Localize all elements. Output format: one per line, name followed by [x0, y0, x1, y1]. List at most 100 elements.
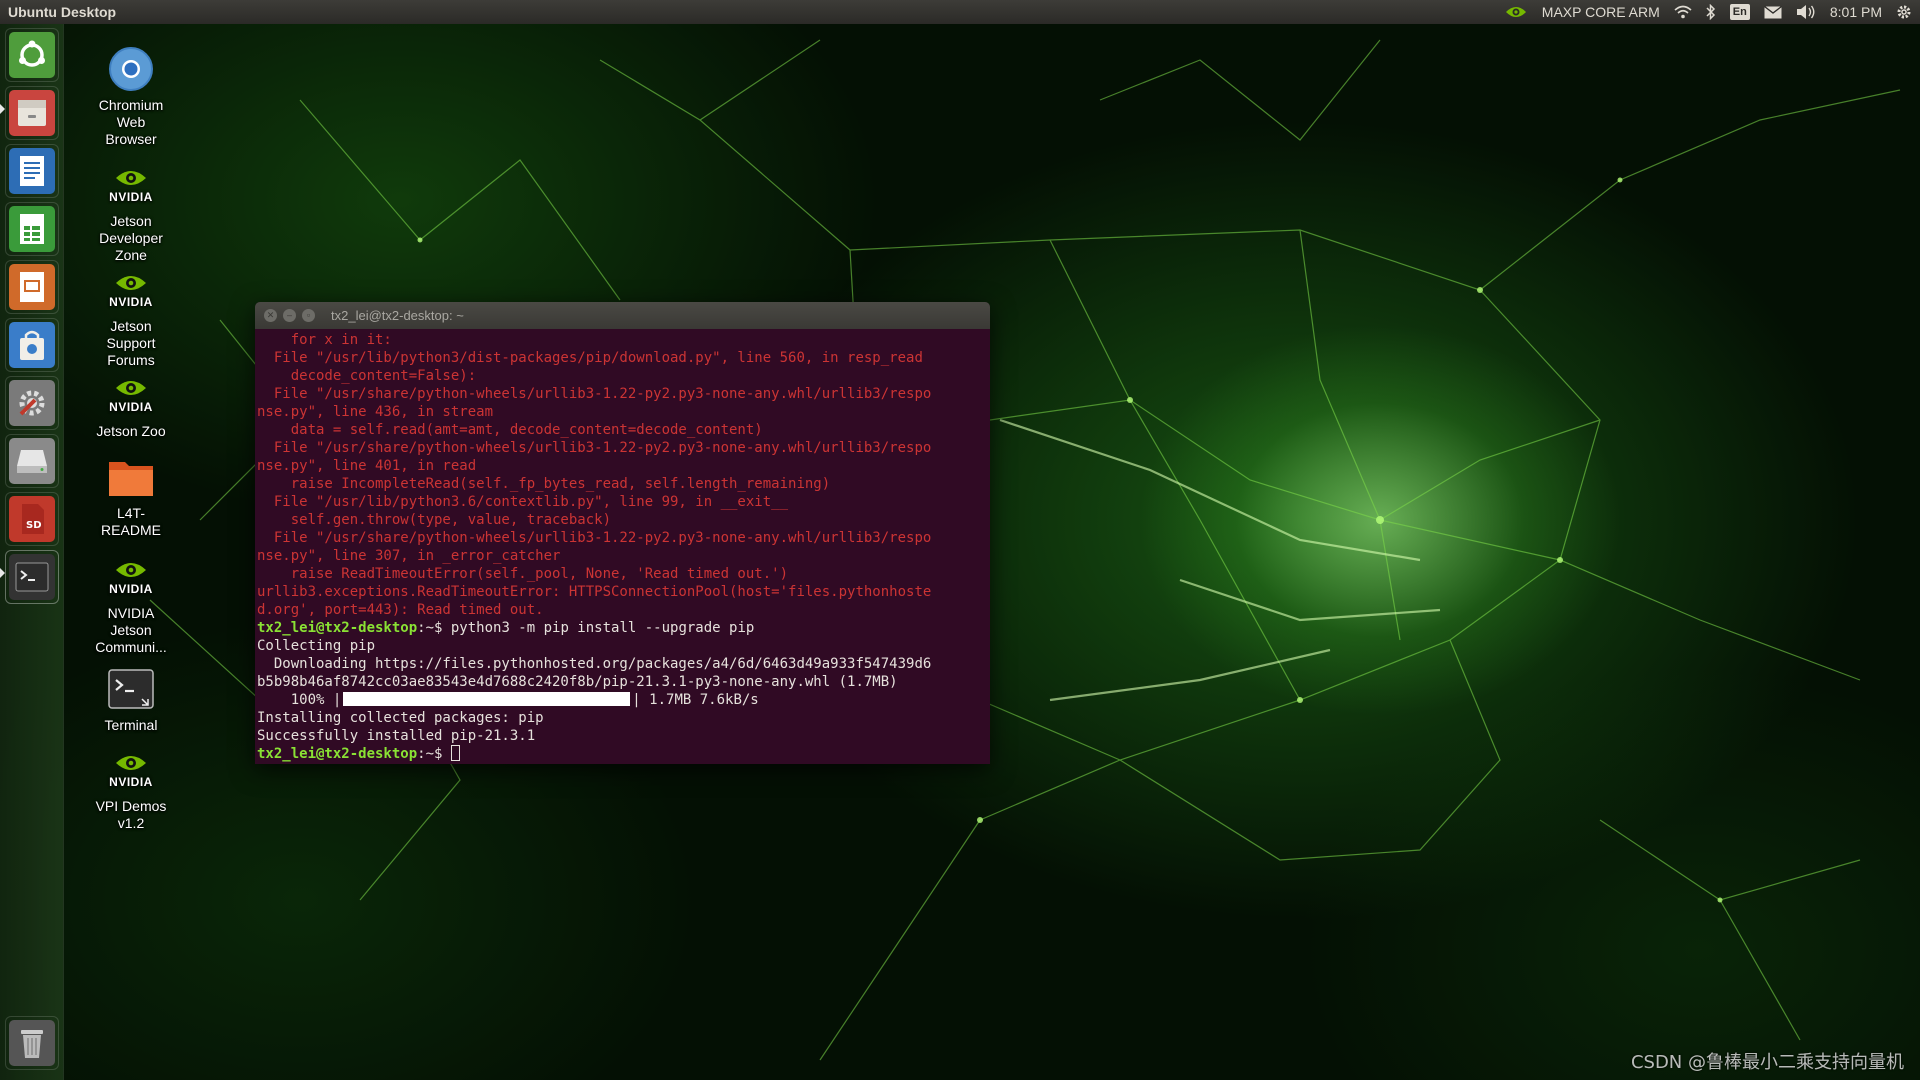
desktop-icon-jetson-zoo[interactable]: NVIDIA Jetson Zoo: [76, 370, 186, 440]
launcher-sd-card[interactable]: SD: [5, 492, 59, 546]
nvidia-icon[interactable]: [1504, 3, 1528, 21]
terminal-error-line: File "/usr/lib/python3/dist-packages/pip…: [257, 350, 923, 366]
desktop-icon-label: Jetson Zoo: [96, 423, 166, 439]
terminal-window[interactable]: ✕ – ▫ tx2_lei@tx2-desktop: ~ for x in it…: [255, 302, 990, 764]
terminal-error-line: raise ReadTimeoutError(self._pool, None,…: [257, 566, 789, 582]
launcher-libreoffice-writer[interactable]: [5, 144, 59, 198]
terminal-output-line: b5b98b46af8742cc03ae83543e4d7688c2420f8b…: [257, 674, 898, 690]
file-cabinet-icon: [9, 90, 55, 136]
spreadsheet-icon: [9, 206, 55, 252]
svg-text:SD: SD: [26, 520, 42, 531]
launcher: SD: [0, 24, 64, 1080]
panel-indicators: MAXP CORE ARM En 8:01 PM: [1504, 3, 1912, 21]
terminal-progress-line: 100% | | 1.7MB 7.6kB/s: [257, 691, 988, 709]
volume-icon[interactable]: [1796, 3, 1816, 21]
ubuntu-logo-icon: [9, 32, 55, 78]
terminal-output-line: Successfully installed pip-21.3.1: [257, 728, 536, 744]
terminal-titlebar[interactable]: ✕ – ▫ tx2_lei@tx2-desktop: ~: [255, 302, 990, 329]
terminal-error-line: urllib3.exceptions.ReadTimeoutError: HTT…: [257, 584, 932, 600]
terminal-error-line: nse.py", line 307, in _error_catcher: [257, 548, 561, 564]
bluetooth-icon[interactable]: [1706, 3, 1716, 21]
launcher-software-center[interactable]: [5, 318, 59, 372]
launcher-system-settings[interactable]: [5, 376, 59, 430]
terminal-error-line: data = self.read(amt=amt, decode_content…: [257, 422, 763, 438]
settings-icon: [9, 380, 55, 426]
nvidia-icon: NVIDIA: [106, 160, 156, 210]
terminal-output-line: Installing collected packages: pip: [257, 710, 544, 726]
terminal-error-line: d.org', port=443): Read timed out.: [257, 602, 544, 618]
terminal-error-line: for x in it:: [257, 332, 392, 348]
launcher-libreoffice-impress[interactable]: [5, 260, 59, 314]
gear-icon[interactable]: [1896, 3, 1912, 21]
nvidia-icon: NVIDIA: [106, 552, 156, 602]
nvidia-icon: NVIDIA: [106, 745, 156, 795]
sd-card-icon: SD: [9, 496, 55, 542]
terminal-error-line: File "/usr/share/python-wheels/urllib3-1…: [257, 530, 932, 546]
terminal-error-line: nse.py", line 401, in read: [257, 458, 477, 474]
terminal-error-line: nse.py", line 436, in stream: [257, 404, 494, 420]
desktop-icon-label: Terminal: [104, 717, 158, 733]
clock[interactable]: 8:01 PM: [1830, 3, 1882, 21]
terminal-command-line: tx2_lei@tx2-desktop:~$ python3 -m pip in…: [257, 619, 988, 637]
watermark: CSDN @鲁棒最小二乘支持向量机: [1630, 1052, 1904, 1073]
maximize-icon[interactable]: ▫: [302, 309, 315, 322]
wifi-icon[interactable]: [1674, 3, 1692, 21]
terminal-error-line: File "/usr/lib/python3.6/contextlib.py",…: [257, 494, 789, 510]
mail-icon[interactable]: [1763, 3, 1782, 21]
minimize-icon[interactable]: –: [283, 309, 296, 322]
terminal-cursor: [450, 745, 460, 761]
terminal-prompt-suffix: :~$: [417, 620, 451, 636]
terminal-error-line: File "/usr/share/python-wheels/urllib3-1…: [257, 440, 932, 456]
document-icon: [9, 148, 55, 194]
panel-title: Ubuntu Desktop: [8, 4, 117, 20]
terminal-error-line: raise IncompleteRead(self._fp_bytes_read…: [257, 476, 831, 492]
terminal-prompt: tx2_lei@tx2-desktop: [257, 746, 418, 762]
terminal-output-line: Collecting pip: [257, 638, 376, 654]
shopping-bag-icon: [9, 322, 55, 368]
launcher-drive[interactable]: [5, 434, 59, 488]
chromium-icon: [106, 44, 156, 94]
desktop-icon-label: NVIDIA Jetson Communi...: [95, 605, 167, 655]
terminal-output-line: Downloading https://files.pythonhosted.o…: [257, 656, 932, 672]
language-indicator[interactable]: En: [1729, 3, 1750, 21]
terminal-error-line: self.gen.throw(type, value, traceback): [257, 512, 612, 528]
desktop-icon-label: L4T- README: [101, 505, 161, 538]
terminal-error-line: File "/usr/share/python-wheels/urllib3-1…: [257, 386, 932, 402]
terminal-prompt: tx2_lei@tx2-desktop: [257, 620, 418, 636]
terminal-title: tx2_lei@tx2-desktop: ~: [331, 308, 464, 323]
launcher-files[interactable]: [5, 86, 59, 140]
language-label: En: [1729, 4, 1750, 20]
trash-icon: [9, 1020, 55, 1066]
close-icon[interactable]: ✕: [264, 309, 277, 322]
desktop-icon-label: Chromium Web Browser: [98, 97, 164, 147]
terminal-icon: [106, 664, 156, 714]
desktop-icon-l4t-readme[interactable]: L4T- README: [76, 452, 186, 539]
desktop-icon-jetson-developer-zone[interactable]: NVIDIA Jetson Developer Zone: [76, 160, 186, 264]
launcher-dash-home[interactable]: [5, 28, 59, 82]
top-panel: Ubuntu Desktop MAXP CORE ARM En 8:01 PM: [0, 0, 1920, 24]
power-mode-indicator[interactable]: MAXP CORE ARM: [1542, 3, 1660, 21]
desktop-icon-chromium[interactable]: Chromium Web Browser: [76, 44, 186, 148]
nvidia-icon: NVIDIA: [106, 265, 156, 315]
launcher-libreoffice-calc[interactable]: [5, 202, 59, 256]
desktop-icon-label: VPI Demos v1.2: [95, 798, 167, 831]
terminal-command-line: tx2_lei@tx2-desktop:~$: [257, 745, 988, 763]
folder-icon: [106, 452, 156, 502]
desktop-icon-label: Jetson Developer Zone: [99, 213, 163, 263]
launcher-terminal[interactable]: [5, 550, 59, 604]
drive-icon: [9, 438, 55, 484]
launcher-trash[interactable]: [5, 1016, 59, 1070]
desktop-icon-nvidia-jetson-community[interactable]: NVIDIA NVIDIA Jetson Communi...: [76, 552, 186, 656]
terminal-output[interactable]: for x in it: File "/usr/lib/python3/dist…: [255, 329, 990, 763]
desktop-icon-label: Jetson Support Forums: [106, 318, 156, 368]
terminal-icon: [9, 554, 55, 600]
nvidia-icon: NVIDIA: [106, 370, 156, 420]
progress-percent: 100% |: [257, 692, 342, 708]
terminal-error-line: decode_content=False):: [257, 368, 477, 384]
desktop-icon-terminal[interactable]: Terminal: [76, 664, 186, 734]
desktop-icon-vpi-demos[interactable]: NVIDIA VPI Demos v1.2: [76, 745, 186, 832]
desktop-icon-jetson-support-forums[interactable]: NVIDIA Jetson Support Forums: [76, 265, 186, 369]
terminal-command: python3 -m pip install --upgrade pip: [450, 620, 755, 636]
terminal-prompt-suffix: :~$: [417, 746, 451, 762]
presentation-icon: [9, 264, 55, 310]
